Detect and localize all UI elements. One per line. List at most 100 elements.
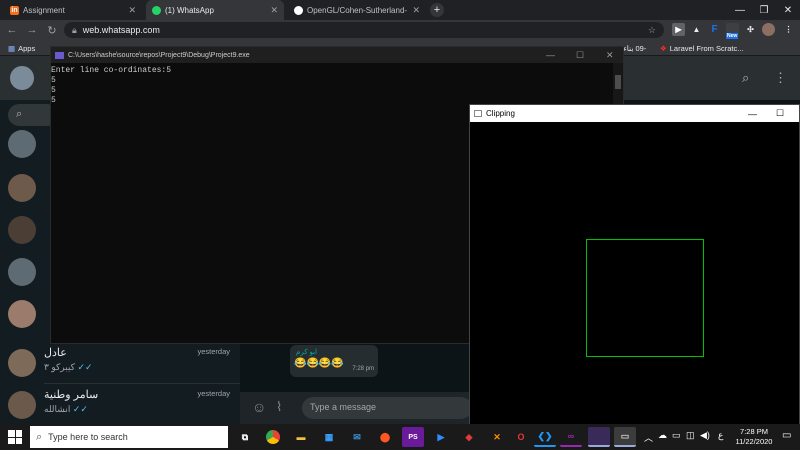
- apps-label: Apps: [18, 43, 36, 53]
- chrome-menu-icon[interactable]: ⋮: [782, 23, 795, 36]
- github-favicon: [294, 5, 303, 15]
- file-explorer-icon[interactable]: ▬: [290, 427, 312, 447]
- zoom-icon[interactable]: ▶: [430, 427, 452, 447]
- app-orange-icon[interactable]: ⬤: [374, 427, 396, 447]
- new-tab-button[interactable]: +: [430, 3, 444, 17]
- extension-play-icon[interactable]: ▶: [672, 23, 685, 36]
- app-red-icon[interactable]: ◆: [458, 427, 480, 447]
- chat-menu-icon[interactable]: ⋮: [774, 70, 787, 86]
- extension-puzzle-icon[interactable]: ✣: [744, 23, 757, 36]
- volume-icon[interactable]: ◀): [700, 430, 710, 441]
- task-view-icon[interactable]: ⧉: [234, 427, 256, 447]
- attach-icon[interactable]: ⌇: [276, 399, 282, 415]
- input-language[interactable]: ع: [718, 430, 723, 441]
- back-arrow-icon[interactable]: ←: [4, 20, 20, 40]
- apps-bookmark[interactable]: ▦ Apps: [8, 42, 35, 54]
- apps-grid-icon: ▦: [8, 43, 16, 53]
- message-bubble: ابو كرم 😂😂😂😂 7:28 pm: [290, 345, 378, 377]
- search-icon[interactable]: ⌕: [742, 70, 749, 86]
- onedrive-icon[interactable]: ☁: [658, 430, 667, 441]
- bubble-sender: ابو كرم: [296, 349, 317, 356]
- vscode-icon[interactable]: ❮❯: [534, 427, 556, 447]
- clipping-window-rectangle: [586, 239, 704, 357]
- bookmark-laravel[interactable]: ❖ Laravel From Scratc...: [660, 42, 744, 54]
- windows-start-icon[interactable]: [8, 430, 22, 444]
- console-titlebar[interactable]: C:\Users\hashe\source\repos\Project9\Deb…: [51, 47, 623, 63]
- console-title: C:\Users\hashe\source\repos\Project9\Deb…: [68, 51, 250, 59]
- tab-github[interactable]: OpenGL/Cohen-Sutherland-Line ✕: [288, 0, 426, 20]
- chat-message-text: انشالله: [44, 404, 71, 414]
- double-check-icon: ✓✓: [77, 362, 93, 372]
- extension-f-icon[interactable]: F: [708, 23, 721, 36]
- emoji-icon[interactable]: ☺: [252, 399, 266, 415]
- network-icon[interactable]: ◫: [686, 430, 695, 441]
- chat-name: عادل: [44, 347, 67, 359]
- chat-row-samer[interactable]: سامر وطنية yesterday ✓✓ انشالله: [0, 384, 240, 426]
- tab-whatsapp[interactable]: (1) WhatsApp ✕: [146, 0, 284, 20]
- console-close-button[interactable]: ✕: [606, 50, 614, 61]
- tray-chevron-icon[interactable]: ︿: [644, 431, 653, 444]
- chat-avatar: [8, 349, 36, 377]
- browser-tab-strip: in Assignment ✕ (1) WhatsApp ✕ OpenGL/Co…: [0, 0, 800, 20]
- reload-icon[interactable]: ↻: [44, 20, 60, 40]
- phpstorm-icon[interactable]: PS: [402, 427, 424, 447]
- clock-date: 11/22/2020: [735, 437, 773, 446]
- opera-icon[interactable]: O: [510, 427, 532, 447]
- scrollbar-thumb[interactable]: [615, 75, 621, 89]
- close-window-button[interactable]: ✕: [776, 0, 800, 20]
- chat-avatar[interactable]: [8, 300, 36, 328]
- minimize-button[interactable]: —: [728, 0, 752, 20]
- message-input[interactable]: Type a message: [302, 397, 472, 419]
- group-avatar[interactable]: [8, 258, 36, 286]
- restore-button[interactable]: ❐: [752, 0, 776, 20]
- taskbar-search[interactable]: ⌕ Type here to search: [30, 426, 228, 448]
- group-avatar[interactable]: [8, 130, 36, 158]
- clipping-taskbar-icon[interactable]: ▭: [614, 427, 636, 447]
- chat-name: سامر وطنية: [44, 389, 99, 401]
- user-avatar[interactable]: [10, 66, 34, 90]
- clipping-app-icon: [474, 110, 482, 117]
- laravel-label: Laravel From Scratc...: [669, 43, 744, 53]
- bubble-time: 7:28 pm: [352, 366, 374, 372]
- chat-row-adel[interactable]: عادل yesterday ✓✓ كيبركو ٣: [0, 342, 240, 384]
- notifications-icon[interactable]: ▭: [782, 430, 791, 441]
- tab-label: OpenGL/Cohen-Sutherland-Line: [307, 5, 407, 15]
- chrome-taskbar-icon[interactable]: [262, 427, 284, 447]
- console-minimize-button[interactable]: —: [546, 50, 555, 60]
- mail-icon[interactable]: ✉: [346, 427, 368, 447]
- close-tab-icon[interactable]: ✕: [128, 5, 136, 16]
- bookmark-star-icon[interactable]: ☆: [648, 25, 656, 36]
- clipping-minimize-button[interactable]: —: [748, 109, 757, 119]
- new-badge: New: [726, 33, 739, 39]
- extension-triangle-icon[interactable]: ▲: [690, 23, 703, 36]
- clock[interactable]: 7:28 PM 11/22/2020: [732, 427, 776, 447]
- clipping-maximize-button[interactable]: ☐: [776, 108, 784, 119]
- tab-assignment[interactable]: in Assignment ✕: [4, 0, 142, 20]
- console-line: 5: [51, 76, 56, 85]
- visual-studio-icon[interactable]: ∞: [560, 427, 582, 447]
- tab-label: (1) WhatsApp: [165, 5, 214, 15]
- close-tab-icon[interactable]: ✕: [270, 5, 278, 16]
- xampp-icon[interactable]: ✕: [486, 427, 508, 447]
- double-check-icon: ✓✓: [72, 404, 88, 414]
- address-bar[interactable]: 🔒︎ web.whatsapp.com ☆: [64, 22, 664, 38]
- store-icon[interactable]: ▦: [318, 427, 340, 447]
- clipping-titlebar[interactable]: Clipping — ☐: [470, 105, 799, 122]
- chat-avatar: [8, 391, 36, 419]
- whatsapp-favicon: [152, 5, 161, 15]
- profile-avatar[interactable]: [762, 23, 775, 36]
- clipping-window[interactable]: Clipping — ☐: [469, 104, 800, 425]
- console-maximize-button[interactable]: ☐: [576, 50, 584, 61]
- extension-new-icon[interactable]: New: [726, 23, 739, 39]
- search-icon: ⌕: [36, 430, 43, 443]
- forward-arrow-icon[interactable]: →: [24, 20, 40, 40]
- lock-icon: 🔒︎: [72, 24, 77, 35]
- battery-icon[interactable]: ▭: [672, 430, 681, 441]
- console-line: 5: [51, 86, 56, 95]
- close-tab-icon[interactable]: ✕: [412, 5, 420, 16]
- browser-toolbar: ← → ↻ 🔒︎ web.whatsapp.com ☆ ▶ ▲ F New ✣ …: [0, 20, 800, 40]
- chat-last-message: ✓✓ كيبركو ٣: [44, 362, 93, 373]
- console-taskbar-icon[interactable]: [588, 427, 610, 447]
- chat-avatar[interactable]: [8, 216, 36, 244]
- chat-avatar[interactable]: [8, 174, 36, 202]
